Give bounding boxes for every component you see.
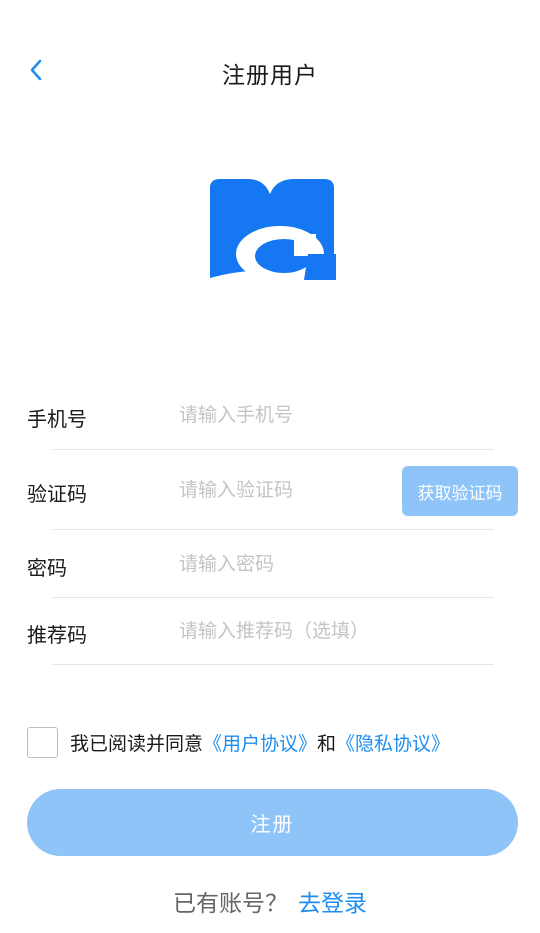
agreement-text: 我已阅读并同意《用户协议》和《隐私协议》	[70, 729, 450, 756]
code-input[interactable]	[179, 472, 389, 508]
user-agreement-link[interactable]: 《用户协议》	[203, 733, 317, 755]
divider	[52, 529, 494, 530]
login-link[interactable]: 去登录	[298, 891, 367, 917]
agreement-checkbox[interactable]	[27, 727, 58, 758]
divider	[52, 597, 494, 598]
app-logo	[208, 176, 336, 282]
phone-input[interactable]	[179, 397, 389, 433]
referral-input[interactable]	[179, 613, 479, 649]
privacy-agreement-link[interactable]: 《隐私协议》	[336, 733, 450, 755]
agreement-joiner: 和	[317, 733, 337, 755]
page-title: 注册用户	[222, 63, 318, 89]
login-prompt: 已有账号？ 去登录	[0, 884, 540, 918]
get-code-button[interactable]: 获取验证码	[402, 466, 518, 516]
phone-label: 手机号	[27, 407, 87, 431]
divider	[52, 449, 494, 450]
login-prompt-text: 已有账号？	[173, 891, 288, 917]
agreement-prefix: 我已阅读并同意	[70, 733, 204, 755]
register-page: 注册用户 手机号 验证码 获取验证码 密码 推荐码 我已阅读并同意《用户协议》和…	[0, 0, 540, 933]
password-input[interactable]	[179, 546, 389, 582]
code-label: 验证码	[27, 482, 87, 506]
logo-icon	[210, 179, 336, 282]
register-button[interactable]: 注册	[27, 789, 518, 856]
referral-label: 推荐码	[27, 623, 87, 647]
password-label: 密码	[27, 556, 67, 580]
divider	[52, 664, 494, 665]
